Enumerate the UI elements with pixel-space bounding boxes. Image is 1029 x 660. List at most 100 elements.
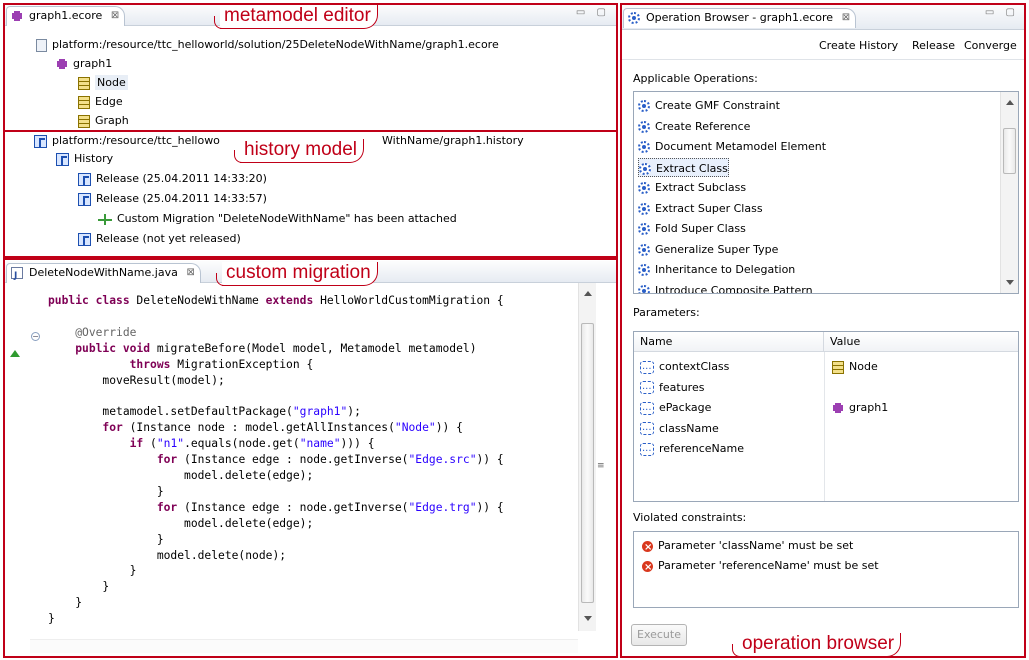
- operation-item[interactable]: Introduce Composite Pattern: [638, 281, 813, 293]
- operation-item[interactable]: Inheritance to Delegation: [638, 260, 795, 279]
- class-icon: [832, 360, 844, 374]
- tab-label: Operation Browser - graph1.ecore: [646, 11, 834, 24]
- parameter-row[interactable]: referenceName: [640, 439, 744, 459]
- operation-item[interactable]: Create GMF Constraint: [638, 96, 780, 115]
- toolbar: Create History Release Converge: [621, 34, 1025, 60]
- class-icon: [78, 76, 90, 90]
- scroll-thumb[interactable]: [1003, 128, 1016, 174]
- vertical-scrollbar[interactable]: [578, 283, 596, 631]
- window-controls[interactable]: ▭ ▢: [576, 7, 610, 18]
- close-icon[interactable]: ⊠: [111, 7, 119, 25]
- execute-button[interactable]: Execute: [631, 624, 687, 646]
- operation-item[interactable]: Extract Class: [638, 157, 729, 177]
- operation-icon: [638, 202, 650, 215]
- converge-button[interactable]: Converge: [964, 39, 1017, 52]
- release-icon: [78, 172, 91, 186]
- scroll-up-icon[interactable]: [1006, 100, 1014, 105]
- tab-deletenodewithname-java[interactable]: DeleteNodeWithName.java ⊠: [6, 263, 201, 285]
- close-icon[interactable]: ⊠: [842, 9, 850, 27]
- class-icon: [78, 114, 90, 128]
- parameter-value[interactable]: Node: [832, 357, 878, 377]
- parameter-value[interactable]: graph1: [832, 398, 888, 418]
- tree-item-class-edge[interactable]: Edge: [78, 92, 123, 112]
- overview-ruler-mark[interactable]: ≡: [597, 461, 605, 471]
- override-marker-icon[interactable]: [10, 350, 20, 357]
- package-icon: [832, 402, 844, 414]
- browser-tabbar: Operation Browser - graph1.ecore ⊠ ▭ ▢: [621, 4, 1025, 30]
- operations-scrollbar[interactable]: [1000, 92, 1018, 293]
- history-file-icon: [34, 134, 47, 148]
- window-controls[interactable]: ▭ ▢: [985, 7, 1019, 18]
- violation-item[interactable]: Parameter 'className' must be set: [642, 536, 853, 558]
- error-icon: [642, 558, 653, 578]
- operation-item[interactable]: Document Metamodel Element: [638, 137, 826, 156]
- operation-icon: [638, 100, 650, 112]
- tree-item-class-node[interactable]: Node: [78, 73, 128, 93]
- operation-icon: [638, 223, 650, 235]
- java-editor-panel: DeleteNodeWithName.java ⊠ − public class…: [4, 261, 616, 656]
- parameters-table[interactable]: Name Value contextClass Node featuresePack…: [633, 331, 1019, 502]
- parameter-row[interactable]: features: [640, 377, 704, 398]
- tree-item-release[interactable]: Release (not yet released): [78, 229, 241, 249]
- scroll-down-icon[interactable]: [1006, 280, 1014, 285]
- fold-toggle-icon[interactable]: −: [31, 332, 40, 341]
- parameter-icon: [640, 398, 654, 418]
- column-header-name[interactable]: Name: [634, 332, 824, 352]
- violated-constraints-label: Violated constraints:: [633, 511, 747, 524]
- operation-item[interactable]: Generalize Super Type: [638, 240, 778, 259]
- tree-item-history-resource[interactable]: platform:/resource/ttc_hellowo: [34, 131, 220, 151]
- tab-operation-browser[interactable]: Operation Browser - graph1.ecore ⊠: [623, 8, 857, 28]
- operation-icon: [638, 243, 650, 256]
- operation-item[interactable]: Extract Super Class: [638, 199, 763, 218]
- operation-icon: [638, 264, 650, 276]
- operation-browser-icon: [628, 12, 640, 24]
- parameter-icon: [640, 418, 654, 438]
- scale-icon: [98, 213, 112, 225]
- callout-metamodel-editor: metamodel editor: [214, 5, 378, 29]
- tab-label: DeleteNodeWithName.java: [29, 266, 178, 279]
- parameter-icon: [640, 357, 654, 377]
- scroll-up-icon[interactable]: [584, 291, 592, 296]
- ecore-file-icon: [11, 10, 23, 22]
- scroll-down-icon[interactable]: [584, 616, 592, 621]
- operation-icon: [638, 284, 650, 293]
- column-divider: [824, 352, 825, 501]
- tree-item-package[interactable]: graph1: [56, 54, 112, 74]
- tree-item-custom-migration[interactable]: Custom Migration "DeleteNodeWithName" ha…: [98, 209, 457, 229]
- violated-constraints-list[interactable]: Parameter 'className' must be setParamet…: [633, 531, 1019, 608]
- tree-item-release[interactable]: Release (25.04.2011 14:33:20): [78, 169, 267, 189]
- applicable-operations-label: Applicable Operations:: [633, 72, 758, 85]
- tree-item-resource[interactable]: platform:/resource/ttc_helloworld/soluti…: [36, 35, 499, 55]
- operation-icon: [638, 141, 650, 153]
- operation-item[interactable]: Extract Subclass: [638, 178, 746, 197]
- parameter-row[interactable]: ePackage: [640, 398, 711, 418]
- callout-custom-migration: custom migration: [216, 262, 378, 286]
- java-file-icon: [11, 267, 23, 285]
- operation-item[interactable]: Create Reference: [638, 117, 750, 136]
- horizontal-scrollbar[interactable]: [30, 639, 578, 653]
- scroll-thumb[interactable]: [581, 323, 594, 603]
- release-icon: [78, 232, 91, 246]
- release-button[interactable]: Release: [912, 39, 955, 52]
- operations-list[interactable]: Create GMF Constraint Create Reference Doc…: [633, 91, 1019, 294]
- tree-item-release[interactable]: Release (25.04.2011 14:33:57): [78, 189, 267, 209]
- operation-item[interactable]: Fold Super Class: [638, 219, 746, 238]
- create-history-button[interactable]: Create History: [819, 39, 898, 52]
- parameter-icon: [640, 439, 654, 459]
- callout-operation-browser: operation browser: [731, 633, 902, 657]
- parameter-row[interactable]: className: [640, 418, 719, 439]
- callout-history-model: history model: [234, 139, 364, 163]
- tree-item-history-root[interactable]: History: [56, 149, 113, 169]
- parameter-row[interactable]: contextClass: [640, 357, 729, 377]
- code-area[interactable]: public class DeleteNodeWithName extends …: [48, 293, 504, 627]
- history-icon: [56, 152, 69, 166]
- operation-icon: [638, 182, 650, 194]
- violation-item[interactable]: Parameter 'referenceName' must be set: [642, 556, 879, 578]
- operation-browser-panel: Operation Browser - graph1.ecore ⊠ ▭ ▢ C…: [621, 4, 1025, 656]
- column-header-value[interactable]: Value: [824, 332, 1018, 352]
- tree-item-class-graph[interactable]: Graph: [78, 111, 129, 130]
- operation-icon: [639, 162, 651, 175]
- tab-graph1-ecore[interactable]: graph1.ecore ⊠: [6, 6, 126, 26]
- close-icon[interactable]: ⊠: [186, 264, 194, 282]
- error-icon: [642, 538, 653, 558]
